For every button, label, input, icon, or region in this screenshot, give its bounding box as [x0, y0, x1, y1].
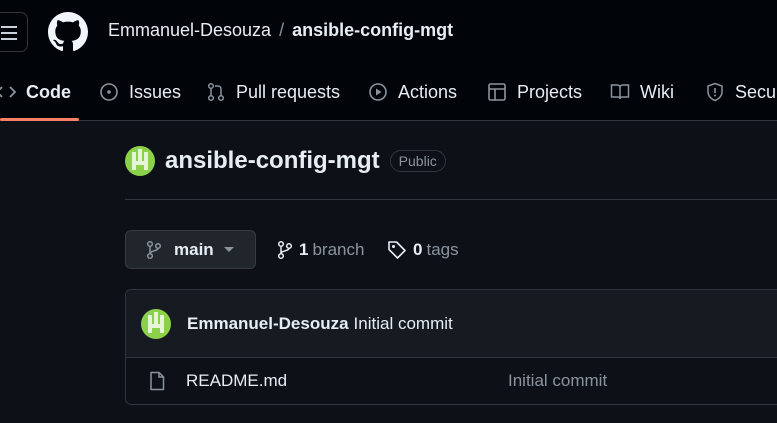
commit-author-avatar[interactable] — [141, 308, 171, 339]
tab-actions-label: Actions — [398, 81, 458, 102]
tab-code[interactable]: Code — [0, 72, 71, 112]
git-branch-icon — [146, 240, 162, 259]
breadcrumb-owner-link[interactable]: Emmanuel-Desouza — [108, 20, 271, 40]
breadcrumb-repo-link[interactable]: ansible-config-mgt — [292, 20, 453, 40]
tab-projects[interactable]: Projects — [487, 72, 582, 112]
git-pull-request-icon — [207, 82, 225, 102]
breadcrumb: Emmanuel-Desouza / ansible-config-mgt — [108, 20, 453, 44]
visibility-badge: Public — [389, 150, 446, 172]
tab-issues[interactable]: Issues — [99, 72, 181, 112]
tab-issues-label: Issues — [129, 81, 182, 102]
tab-wiki-label: Wiki — [640, 81, 674, 102]
repo-name-link[interactable]: ansible-config-mgt — [165, 147, 380, 175]
tag-count-label: tags — [426, 240, 459, 259]
app-header: Emmanuel-Desouza / ansible-config-mgt Code… — [0, 0, 777, 121]
repo-nav-tabs: Code Issues Pull requests Actions Projec… — [0, 72, 777, 121]
commit-author-link[interactable]: Emmanuel-Desouza — [187, 314, 349, 334]
tab-code-label: Code — [26, 81, 71, 102]
tags-link[interactable]: 0 tags — [387, 238, 459, 262]
tab-projects-label: Projects — [517, 81, 583, 102]
branch-count: 1 — [299, 240, 309, 259]
file-browser: Emmanuel-Desouza Initial commit README.m… — [125, 289, 777, 405]
latest-commit-row: Emmanuel-Desouza Initial commit — [126, 290, 777, 358]
code-icon — [0, 86, 16, 98]
file-name-link[interactable]: README.md — [186, 371, 287, 391]
tab-pull-requests[interactable]: Pull requests — [206, 72, 340, 112]
shield-icon — [707, 82, 723, 102]
tab-wiki[interactable]: Wiki — [610, 72, 674, 112]
book-icon — [610, 84, 630, 100]
tab-actions[interactable]: Actions — [368, 72, 457, 112]
tab-pull-requests-label: Pull requests — [236, 81, 341, 102]
tab-security[interactable]: Secur — [705, 72, 777, 112]
repo-owner-avatar[interactable] — [125, 146, 155, 176]
tab-security-label: Secur — [735, 81, 777, 102]
file-commit-message-link[interactable]: Initial commit — [508, 371, 607, 391]
branch-select-button[interactable]: main — [125, 230, 256, 269]
github-logo-icon[interactable] — [48, 12, 88, 52]
play-icon — [369, 83, 387, 101]
file-row[interactable]: README.md Initial commit — [126, 358, 777, 404]
header-divider — [125, 199, 777, 200]
branches-link[interactable]: 1 branch — [277, 238, 364, 262]
breadcrumb-separator: / — [279, 20, 285, 40]
table-icon — [488, 83, 506, 101]
current-branch-label: main — [174, 239, 214, 259]
file-icon — [150, 371, 165, 391]
selected-tab-underline — [0, 118, 79, 121]
git-branch-icon — [277, 240, 293, 260]
tag-icon — [388, 241, 406, 259]
branch-count-label: branch — [312, 240, 365, 259]
tag-count: 0 — [413, 240, 423, 259]
chevron-down-icon — [223, 247, 234, 252]
commit-message-link[interactable]: Initial commit — [354, 314, 453, 334]
hamburger-menu-button[interactable] — [0, 12, 28, 52]
repo-title-row: ansible-config-mgt Public — [125, 144, 446, 178]
issue-opened-icon — [100, 83, 118, 101]
